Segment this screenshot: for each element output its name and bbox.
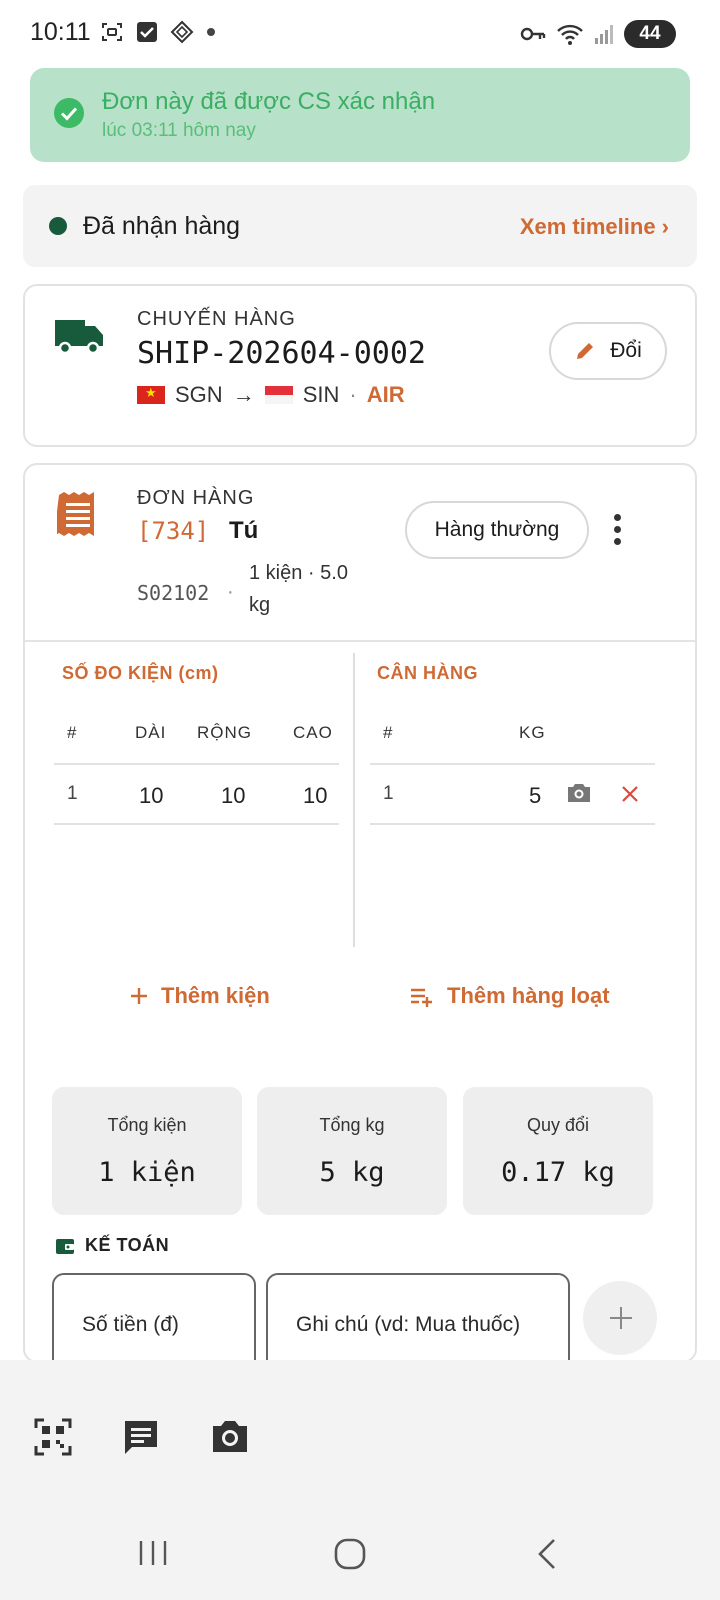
converted-weight-value: 0.17 kg — [501, 1157, 615, 1188]
order-sku: S02102 — [137, 581, 210, 605]
order-caption: ĐƠN HÀNG — [137, 487, 255, 509]
wallet-icon — [56, 1238, 74, 1254]
pencil-icon — [577, 343, 594, 359]
truck-icon — [55, 320, 103, 355]
weight-row-kg[interactable]: 5 — [529, 783, 541, 809]
wifi-icon — [557, 24, 583, 45]
order-separator: · — [227, 581, 234, 603]
camera-icon[interactable] — [565, 781, 593, 805]
order-quantity-line2: kg — [249, 594, 271, 616]
order-status-row: Đã nhận hàng Xem timeline › — [23, 185, 697, 267]
divider — [370, 823, 655, 825]
converted-weight-tile: Quy đổi 0.17 kg — [463, 1087, 653, 1215]
route-mode: AIR — [366, 382, 405, 407]
dim-row-height[interactable]: 10 — [303, 783, 327, 809]
weight-header-index: # — [383, 723, 394, 742]
shipment-id: SHIP-202604-0002 — [137, 336, 426, 371]
camera-icon[interactable] — [210, 1418, 250, 1454]
note-placeholder: Ghi chú (vd: Mua thuốc) — [296, 1313, 521, 1336]
dim-row-length[interactable]: 10 — [139, 783, 163, 809]
goods-type-label: Hàng thường — [434, 518, 560, 541]
column-divider — [353, 653, 355, 947]
recent-apps-icon[interactable] — [138, 1538, 168, 1568]
accounting-title: KẾ TOÁN — [85, 1235, 170, 1255]
divider — [25, 640, 695, 642]
add-bulk-button[interactable]: Thêm hàng loạt — [409, 983, 610, 1009]
weight-row-index: 1 — [383, 783, 394, 804]
status-time: 10:11 — [30, 18, 91, 46]
order-quantity-line1: 1 kiện · 5.0 — [249, 562, 348, 584]
route-separator: · — [349, 382, 357, 407]
weight-title: CÂN HÀNG — [377, 663, 478, 683]
change-shipment-label: Đổi — [610, 339, 642, 362]
order-card: ĐƠN HÀNG [734] Tú S02102 · 1 kiện · 5.0 … — [23, 463, 697, 1383]
more-options-icon[interactable] — [611, 511, 623, 547]
amount-placeholder: Số tiền (đ) — [82, 1313, 179, 1336]
dim-row-index: 1 — [67, 783, 78, 804]
dim-header-length: DÀI — [135, 723, 167, 742]
checkbox-icon — [137, 22, 157, 42]
battery-level: 44 — [639, 23, 661, 44]
confirmation-banner: Đơn này đã được CS xác nhận lúc 03:11 hô… — [30, 68, 690, 162]
total-packages-tile: Tổng kiện 1 kiện — [52, 1087, 242, 1215]
dim-header-height: CAO — [293, 723, 333, 742]
message-icon[interactable] — [122, 1418, 160, 1456]
route-arrow: → — [232, 382, 255, 407]
dimensions-title: SỐ ĐO KIỆN (cm) — [62, 663, 219, 683]
order-status-label: Đã nhận hàng — [83, 212, 241, 240]
delete-icon[interactable] — [621, 785, 639, 803]
add-package-button[interactable]: Thêm kiện — [129, 983, 270, 1009]
add-entry-button[interactable] — [583, 1281, 657, 1355]
vietnam-flag-icon — [137, 385, 165, 404]
total-packages-value: 1 kiện — [98, 1157, 196, 1188]
order-code: [734] — [137, 517, 210, 545]
add-bulk-label: Thêm hàng loạt — [447, 983, 610, 1008]
weight-header-kg: KG — [519, 723, 546, 742]
total-packages-label: Tổng kiện — [107, 1115, 187, 1135]
dim-header-width: RỘNG — [197, 723, 252, 742]
banner-title: Đơn này đã được CS xác nhận — [102, 88, 436, 115]
key-icon — [520, 27, 546, 41]
route-destination: SIN — [302, 382, 340, 407]
route-origin: SGN — [175, 382, 223, 407]
qr-scan-icon[interactable] — [34, 1418, 72, 1456]
dim-row-width[interactable]: 10 — [221, 783, 245, 809]
home-icon[interactable] — [334, 1538, 366, 1570]
dim-header-index: # — [67, 723, 78, 742]
receipt-icon — [57, 492, 94, 536]
playlist-add-icon — [411, 988, 432, 1007]
app-icon — [170, 20, 194, 44]
status-bar: 10:11 44 — [0, 0, 720, 68]
total-kg-tile: Tổng kg 5 kg — [257, 1087, 447, 1215]
dot-icon — [207, 28, 215, 36]
screenshot-icon — [102, 23, 122, 41]
view-timeline-link[interactable]: Xem timeline › — [520, 214, 669, 240]
status-right-icons: 44 — [520, 20, 676, 48]
total-kg-value: 5 kg — [319, 1157, 385, 1188]
converted-weight-label: Quy đổi — [526, 1115, 590, 1135]
customer-name: Tú — [229, 517, 259, 544]
add-package-label: Thêm kiện — [161, 983, 270, 1008]
divider — [54, 763, 339, 765]
shipment-route: SGN → SIN · AIR — [137, 382, 405, 408]
change-shipment-button[interactable]: Đổi — [549, 322, 667, 380]
plus-icon — [131, 988, 147, 1004]
order-quantity: 1 kiện · 5.0 kg — [249, 557, 389, 621]
back-icon[interactable] — [536, 1538, 558, 1570]
status-left-icons — [100, 20, 216, 44]
shipment-card: CHUYẾN HÀNG SHIP-202604-0002 SGN → SIN ·… — [23, 284, 697, 447]
shipment-caption: CHUYẾN HÀNG — [137, 308, 296, 330]
check-circle-icon — [54, 98, 84, 128]
singapore-flag-icon — [264, 386, 293, 404]
signal-icon — [595, 25, 613, 44]
accounting-section-title: KẾ TOÁN — [55, 1235, 169, 1256]
total-kg-label: Tổng kg — [319, 1115, 385, 1135]
status-dot-icon — [49, 217, 67, 235]
battery-icon: 44 — [624, 20, 676, 48]
goods-type-button[interactable]: Hàng thường — [405, 501, 589, 559]
divider — [54, 823, 339, 825]
banner-subtitle: lúc 03:11 hôm nay — [102, 120, 256, 141]
divider — [370, 763, 655, 765]
system-navigation-bar — [0, 1506, 720, 1600]
